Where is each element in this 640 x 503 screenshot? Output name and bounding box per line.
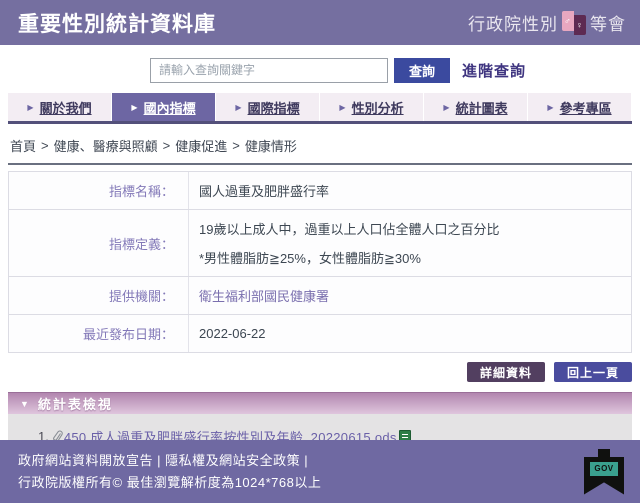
nav-arrow-icon: ▶ <box>235 103 241 112</box>
nav-item-statistical-charts[interactable]: ▶ 統計圖表 <box>424 93 527 121</box>
gender-equality-logo-icon: ♂ ♀ <box>562 11 586 35</box>
latest-release-date-label: 最近發布日期： <box>9 315 189 352</box>
indicator-detail-table: 指標名稱： 國人過重及肥胖盛行率 指標定義： 19歲以上成人中，過重以上人口佔全… <box>8 171 632 353</box>
site-title: 重要性別統計資料庫 <box>18 8 216 38</box>
indicator-name-label: 指標名稱： <box>9 172 189 209</box>
breadcrumb-health-promotion[interactable]: 健康促進 <box>175 136 227 155</box>
breadcrumb-health-condition[interactable]: 健康情形 <box>245 136 297 155</box>
search-input[interactable] <box>150 58 388 83</box>
latest-release-date-value: 2022-06-22 <box>189 315 631 352</box>
providing-agency-value[interactable]: 衛生福利部國民健康署 <box>189 277 631 314</box>
site-header: 重要性別統計資料庫 行政院性別 ♂ ♀ 等會 <box>0 0 640 45</box>
gov-certification-logo-icon[interactable]: GOV <box>584 449 624 495</box>
breadcrumb-divider <box>8 163 632 165</box>
back-button[interactable]: 回上一頁 <box>554 362 632 382</box>
male-symbol-icon: ♂ <box>562 11 574 31</box>
breadcrumb-health-category[interactable]: 健康、醫療與照顧 <box>54 136 158 155</box>
search-bar: 查詢 進階查詢 <box>150 57 640 83</box>
nav-arrow-icon: ▶ <box>27 103 33 112</box>
org-name-suffix: 等會 <box>590 10 626 35</box>
breadcrumb-home[interactable]: 首頁 <box>10 136 36 155</box>
table-row: 提供機關： 衛生福利部國民健康署 <box>9 277 631 315</box>
stats-table-section-header[interactable]: ▼ 統計表檢視 <box>8 392 632 414</box>
definition-line-2: *男性體脂肪≧25%，女性體脂肪≧30% <box>199 248 621 267</box>
footer-text: 政府網站資料開放宣告 | 隱私權及網站安全政策 | 行政院版權所有© 最佳瀏覽解… <box>18 450 321 494</box>
nav-label: 關於我們 <box>40 98 92 117</box>
table-row: 指標名稱： 國人過重及肥胖盛行率 <box>9 172 631 210</box>
nav-label: 參考專區 <box>560 98 612 117</box>
definition-line-1: 19歲以上成人中，過重以上人口佔全體人口之百分比 <box>199 219 621 238</box>
collapse-arrow-icon: ▼ <box>20 399 29 409</box>
nav-label: 性別分析 <box>352 98 404 117</box>
footer-policy-links[interactable]: 政府網站資料開放宣告 | 隱私權及網站安全政策 | <box>18 450 321 472</box>
nav-item-gender-analysis[interactable]: ▶ 性別分析 <box>320 93 423 121</box>
breadcrumb: 首頁 > 健康、醫療與照顧 > 健康促進 > 健康情形 <box>10 136 630 155</box>
search-button[interactable]: 查詢 <box>394 58 450 83</box>
site-footer: 政府網站資料開放宣告 | 隱私權及網站安全政策 | 行政院版權所有© 最佳瀏覽解… <box>0 440 640 503</box>
female-symbol-icon: ♀ <box>574 15 586 35</box>
gov-logo-label: GOV <box>590 462 618 476</box>
nav-item-international-indicators[interactable]: ▶ 國際指標 <box>216 93 319 121</box>
advanced-search-link[interactable]: 進階查詢 <box>462 60 526 81</box>
detail-data-button[interactable]: 詳細資料 <box>467 362 545 382</box>
org-banner[interactable]: 行政院性別 ♂ ♀ 等會 <box>468 10 626 35</box>
page: 重要性別統計資料庫 行政院性別 ♂ ♀ 等會 查詢 進階查詢 ▶ 關於我們 ▶ … <box>0 0 640 503</box>
nav-arrow-icon: ▶ <box>339 103 345 112</box>
footer-copyright: 行政院版權所有© 最佳瀏覽解析度為1024*768以上 <box>18 472 321 494</box>
nav-label: 國際指標 <box>248 98 300 117</box>
indicator-definition-label: 指標定義： <box>9 210 189 276</box>
indicator-name-value: 國人過重及肥胖盛行率 <box>189 172 631 209</box>
nav-arrow-icon: ▶ <box>131 103 137 112</box>
nav-item-about[interactable]: ▶ 關於我們 <box>8 93 111 121</box>
table-row: 指標定義： 19歲以上成人中，過重以上人口佔全體人口之百分比 *男性體脂肪≧25… <box>9 210 631 277</box>
nav-label: 國內指標 <box>144 98 196 117</box>
stats-section-title: 統計表檢視 <box>38 394 113 413</box>
providing-agency-label: 提供機關： <box>9 277 189 314</box>
org-name-prefix: 行政院性別 <box>468 10 558 35</box>
action-buttons: 詳細資料 回上一頁 <box>0 362 632 382</box>
nav-arrow-icon: ▶ <box>443 103 449 112</box>
breadcrumb-separator: > <box>41 138 49 153</box>
nav-label: 統計圖表 <box>456 98 508 117</box>
breadcrumb-separator: > <box>163 138 171 153</box>
nav-item-reference-area[interactable]: ▶ 參考專區 <box>528 93 631 121</box>
table-row: 最近發布日期： 2022-06-22 <box>9 315 631 353</box>
main-nav: ▶ 關於我們 ▶ 國內指標 ▶ 國際指標 ▶ 性別分析 ▶ 統計圖表 ▶ 參考專… <box>8 93 632 124</box>
indicator-definition-value: 19歲以上成人中，過重以上人口佔全體人口之百分比 *男性體脂肪≧25%，女性體脂… <box>189 210 631 276</box>
nav-arrow-icon: ▶ <box>547 103 553 112</box>
nav-item-domestic-indicators[interactable]: ▶ 國內指標 <box>112 93 215 121</box>
breadcrumb-separator: > <box>232 138 240 153</box>
